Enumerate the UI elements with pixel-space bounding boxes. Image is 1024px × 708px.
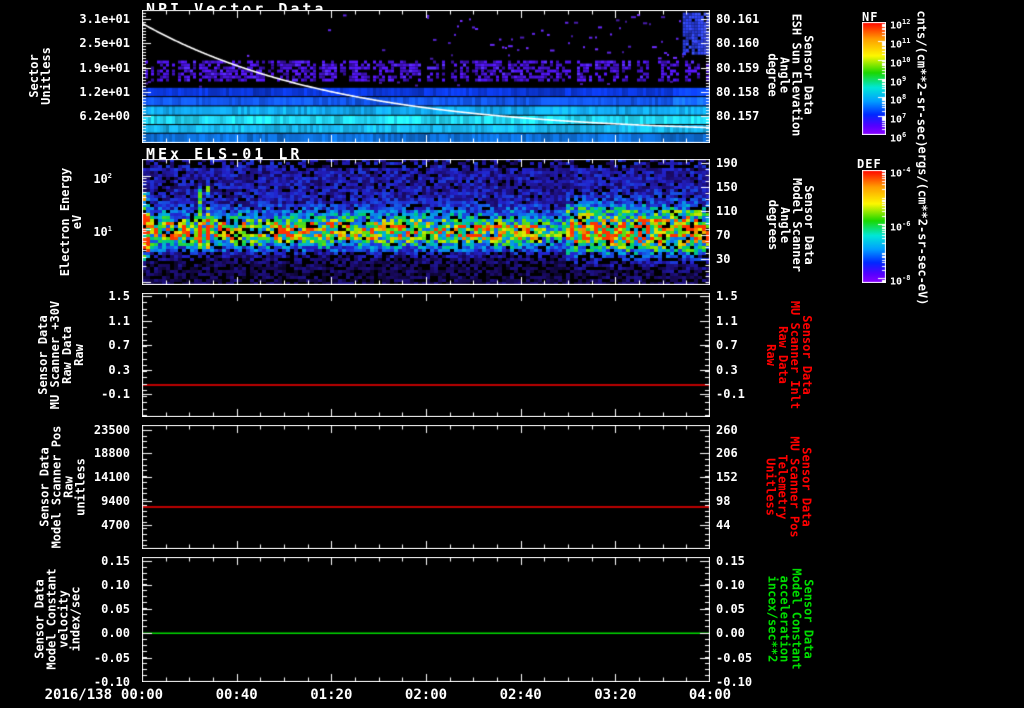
panel1-left-tick-3: 1.2e+01 — [79, 85, 130, 100]
panel4-left-tick-2: 14100 — [93, 470, 130, 485]
panel4-left-tick-4: 4700 — [101, 517, 130, 532]
colorbar-nf-tick-5: 107 — [890, 112, 907, 126]
panel5-left-tick-2: 0.05 — [101, 602, 130, 616]
date-label: 2016/138 — [44, 687, 112, 703]
panel1-right-tick-4: 80.157 — [716, 109, 760, 124]
panel2-left-tick-0: 102 — [93, 172, 112, 186]
panel3-left-tick-0: 1.5 — [108, 288, 130, 303]
panel4-left-tick-1: 18800 — [93, 446, 130, 461]
panel3-right-tick-2: 0.7 — [716, 338, 738, 353]
panel2-right-tick-4: 30 — [716, 251, 731, 266]
panel1-right-tick-0: 80.161 — [716, 12, 760, 27]
xaxis-tick-6: 04:00 — [688, 687, 732, 703]
panel-canvas-model-scanner-pos — [142, 425, 710, 549]
panel5-right-tick-2: 0.05 — [716, 602, 745, 616]
colorbar-nf-tick-6: 106 — [890, 131, 907, 145]
panel5-left-tick-3: 0.00 — [101, 626, 130, 641]
panel4-right-tick-3: 98 — [716, 494, 731, 508]
panel1-left-tick-0: 3.1e+01 — [79, 12, 130, 27]
panel1-left-tick-1: 2.5e+01 — [79, 36, 130, 51]
panel-canvas-model-constant-velocity — [142, 557, 710, 682]
colorbar-nf-unit-label: cnts/(cm**2-sr-sec) — [812, 0, 1024, 189]
panel5-left-tick-0: 0.15 — [101, 553, 130, 568]
panel-canvas-mu-scanner-30v — [142, 293, 710, 417]
panel2-right-tick-3: 70 — [716, 227, 731, 242]
panel4-right-tick-1: 206 — [716, 446, 738, 461]
panel3-left-tick-1: 1.1 — [108, 314, 130, 329]
panel2-right-axis-label-text: Sensor Data Model Scanner Angle degrees — [765, 178, 816, 272]
panel5-left-tick-4: -0.05 — [93, 650, 130, 665]
panel4-right-tick-4: 44 — [716, 517, 731, 532]
xaxis-tick-1: 00:40 — [215, 687, 258, 703]
xaxis-tick-2: 01:20 — [310, 687, 353, 703]
panel3-left-tick-4: -0.1 — [101, 387, 130, 402]
xaxis-tick-0: 00:00 — [120, 687, 164, 703]
colorbar-nf-tick-3: 109 — [890, 74, 907, 88]
panel2-right-tick-0: 190 — [716, 155, 738, 170]
panel1-right-tick-3: 80.158 — [716, 85, 760, 100]
panel5-left-tick-1: 0.10 — [101, 577, 130, 592]
colorbar-nf-unit-label-text: cnts/(cm**2-sr-sec) — [915, 10, 929, 148]
colorbar-nf-tick-2: 1010 — [890, 55, 911, 69]
colorbar-nf-tick-1: 1011 — [890, 36, 911, 51]
panel3-left-tick-2: 0.7 — [108, 338, 130, 353]
panel4-left-tick-0: 23500 — [93, 422, 130, 437]
tplot-display: NPI Vector Data MEx ELS-01 LR NF DEF 201… — [0, 0, 1024, 708]
colorbar-nf — [862, 22, 886, 135]
panel5-right-tick-3: 0.00 — [716, 626, 745, 641]
xaxis-tick-3: 02:00 — [404, 687, 448, 703]
colorbar-def-unit-label: ergs/(cm**2-sr-sec-eV) — [812, 116, 1024, 336]
colorbar-def — [862, 170, 886, 283]
panel3-right-tick-4: -0.1 — [716, 387, 745, 402]
panel5-right-axis-label: Sensor Data Model Constant acceleration inc… — [681, 509, 901, 708]
panel5-right-tick-4: -0.05 — [716, 650, 753, 665]
panel-canvas-mex-els-01-lr — [142, 159, 710, 285]
xaxis-tick-4: 02:40 — [499, 687, 542, 703]
panel3-right-tick-0: 1.5 — [716, 288, 738, 303]
panel2-left-tick-1: 101 — [93, 225, 112, 240]
colorbar-def-tick-0: 10-4 — [890, 166, 911, 180]
colorbar-def-unit-label-text: ergs/(cm**2-sr-sec-eV) — [914, 146, 929, 306]
panel1-right-tick-1: 80.160 — [716, 36, 760, 51]
panel1-right-axis-label-text: Sensor Data ESH Sun Elevation Angle degree — [764, 13, 815, 137]
panel5-right-tick-1: 0.10 — [716, 577, 745, 592]
panel4-right-tick-0: 260 — [716, 422, 738, 437]
panel4-right-axis-label-text: Sensor Data MU Scanner Pos Telemetry Unitle… — [764, 436, 814, 538]
panel5-right-axis-label-text: Sensor Data Model Constant acceleration inc… — [766, 568, 816, 670]
panel4-right-tick-2: 152 — [716, 470, 738, 485]
colorbar-def-title: DEF — [857, 157, 882, 171]
colorbar-def-tick-2: 10-8 — [890, 274, 911, 288]
panel3-right-tick-1: 1.1 — [716, 314, 738, 329]
colorbar-def-tick-1: 10-6 — [890, 220, 911, 234]
panel1-right-tick-2: 80.159 — [716, 60, 760, 75]
colorbar-nf-tick-0: 1012 — [890, 18, 911, 32]
panel3-left-tick-3: 0.3 — [108, 362, 130, 377]
xaxis-tick-5: 03:20 — [594, 687, 637, 703]
panel2-right-tick-2: 110 — [716, 203, 738, 218]
colorbar-nf-tick-4: 108 — [890, 93, 907, 107]
panel5-right-tick-0: 0.15 — [716, 553, 745, 568]
panel3-right-axis-label-text: Sensor Data MU Scanner Inlt Raw Data Raw — [764, 300, 814, 410]
panel1-left-tick-4: 6.2e+00 — [79, 109, 130, 124]
panel4-left-tick-3: 9400 — [101, 494, 130, 508]
panel-canvas-npi-vector-data — [142, 10, 710, 143]
panel4-right-axis-label: Sensor Data MU Scanner Pos Telemetry Unitle… — [679, 377, 899, 597]
panel1-left-tick-2: 1.9e+01 — [79, 60, 130, 75]
panel2-right-tick-1: 150 — [716, 179, 738, 194]
panel3-right-tick-3: 0.3 — [716, 362, 738, 377]
